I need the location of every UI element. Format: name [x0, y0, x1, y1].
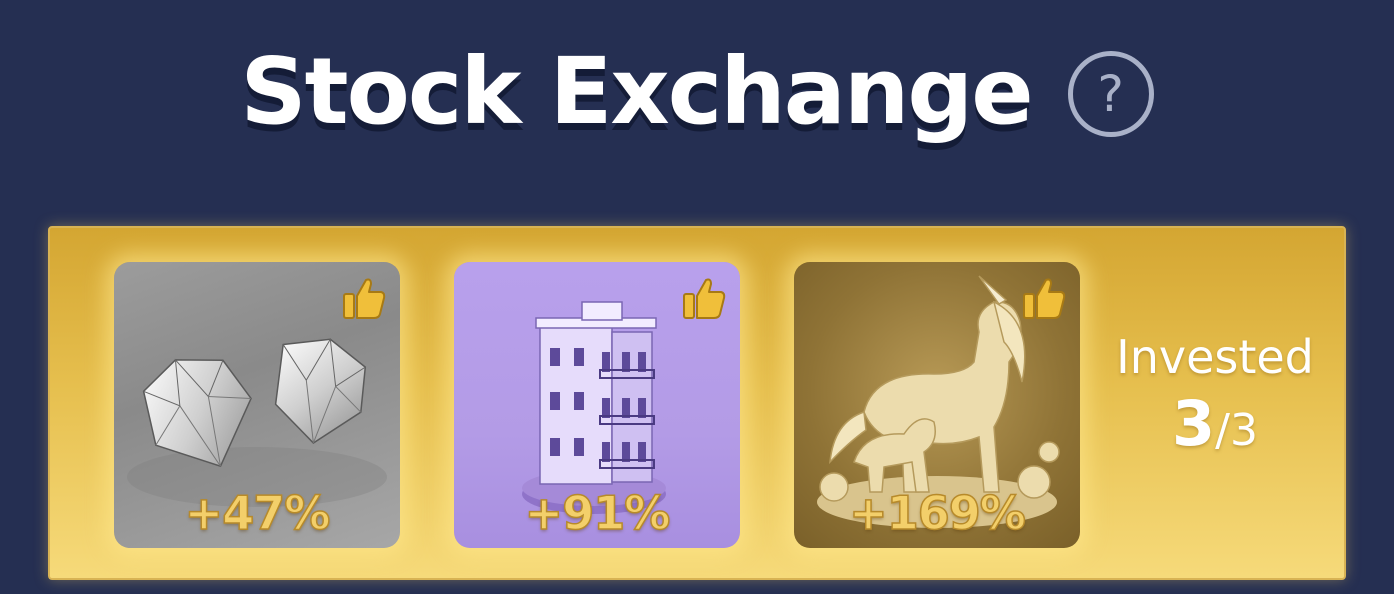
- stock-exchange-screen: Stock Exchange ? +47% +91% +169% Investe…: [0, 0, 1394, 594]
- invested-separator: /: [1215, 404, 1230, 456]
- invested-current: 3: [1172, 386, 1216, 460]
- header: Stock Exchange ?: [0, 32, 1394, 152]
- question-circle-icon: ?: [1097, 65, 1124, 123]
- invested-total: 3: [1229, 404, 1258, 456]
- return-percent: +169%: [848, 485, 1026, 541]
- thumbs-up-icon: [343, 278, 386, 319]
- investment-card-unicorn[interactable]: +169%: [794, 262, 1080, 548]
- return-percent: +91%: [524, 485, 671, 541]
- thumbs-up-icon: [1023, 278, 1066, 319]
- investment-panel: +47% +91% +169% Invested 3/3: [48, 226, 1346, 580]
- invested-count: 3/3: [1100, 387, 1330, 460]
- invested-label: Invested: [1116, 330, 1314, 384]
- investment-card-building[interactable]: +91%: [454, 262, 740, 548]
- investment-card-diamonds[interactable]: +47%: [114, 262, 400, 548]
- thumbs-up-icon: [683, 278, 726, 319]
- page-title: Stock Exchange: [240, 38, 1033, 145]
- invested-counter: Invested 3/3: [1100, 332, 1330, 460]
- return-percent: +47%: [184, 485, 331, 541]
- help-button[interactable]: ?: [1067, 51, 1154, 137]
